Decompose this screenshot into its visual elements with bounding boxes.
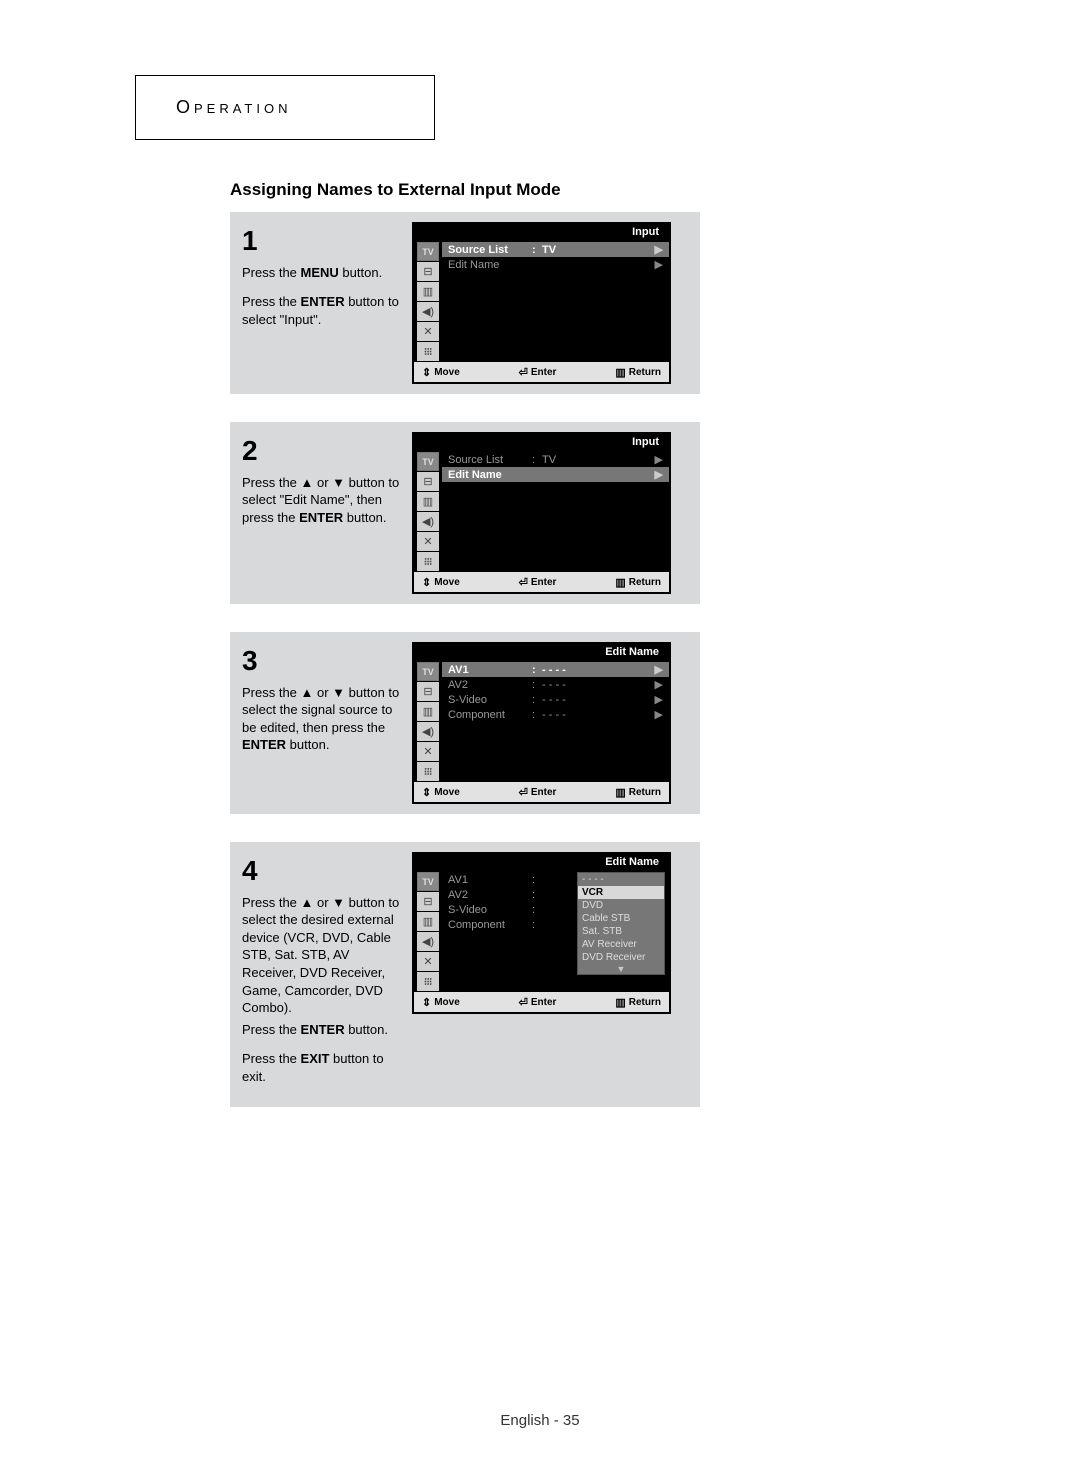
input-icon: ⊟ [417,472,439,491]
tv-icon: TV [417,242,439,261]
osd-row-svideo[interactable]: S-Video:- - - -▶ [442,692,669,707]
sound-icon: ◀) [417,512,439,531]
osd-legend: ⇕Move ⏎Enter ▥Return [414,782,669,802]
enter-icon: ⏎ [519,786,528,799]
sound-icon: ◀) [417,932,439,951]
osd-icon-column: TV ⊟ ▥ ◀) ✕ ᎒᎒᎒ [414,242,442,362]
osd-list: Source List : TV ▶ Edit Name ▶ [442,242,669,362]
updown-icon: ⇕ [422,786,431,799]
tv-icon: TV [417,872,439,891]
input-icon: ⊟ [417,682,439,701]
osd-icon-column: TV ⊟ ▥ ◀) ✕ ᎒᎒᎒ [414,452,442,572]
dropdown-item-selected[interactable]: VCR [578,886,664,899]
dropdown-item[interactable]: AV Receiver [578,938,664,951]
osd-menu-3: Edit Name TV ⊟ ▥ ◀) ✕ ᎒᎒᎒ AV1:- - - -▶ [412,642,671,804]
updown-icon: ⇕ [422,366,431,379]
step-2-text: 2 Press the ▲ or ▼ button to select "Edi… [242,432,402,538]
page-heading: Assigning Names to External Input Mode [230,180,700,200]
osd-row-edit-name[interactable]: Edit Name ▶ [442,257,669,272]
step-4: 4 Press the ▲ or ▼ button to select the … [230,842,700,1107]
chevron-down-icon[interactable]: ▼ [578,964,664,974]
chevron-right-icon: ▶ [649,693,663,706]
dropdown-item[interactable]: DVD [578,899,664,912]
return-icon: ▥ [615,366,625,379]
osd-legend: ⇕Move ⏎Enter ▥Return [414,572,669,592]
page-footer: English - 35 [0,1412,1080,1429]
updown-icon: ⇕ [422,996,431,1009]
return-icon: ▥ [615,996,625,1009]
step-2: 2 Press the ▲ or ▼ button to select "Edi… [230,422,700,604]
section-header-box: Operation [135,75,435,140]
osd-list: Source List : TV ▶ Edit Name ▶ [442,452,669,572]
channel-icon: ✕ [417,742,439,761]
return-icon: ▥ [615,786,625,799]
osd-menu-4: Edit Name TV ⊟ ▥ ◀) ✕ ᎒᎒᎒ AV1: [412,852,671,1014]
tv-icon: TV [417,662,439,681]
osd-title: Input [632,226,659,238]
step-3: 3 Press the ▲ or ▼ button to select the … [230,632,700,814]
osd-title: Edit Name [605,646,659,658]
chevron-right-icon: ▶ [649,468,663,481]
enter-icon: ⏎ [519,996,528,1009]
osd-menu-1: Input TV ⊟ ▥ ◀) ✕ ᎒᎒᎒ Source List : [412,222,671,384]
osd-legend: ⇕Move ⏎Enter ▥Return [414,362,669,382]
step-1-text: 1 Press the MENU button. Press the ENTER… [242,222,402,340]
picture-icon: ▥ [417,282,439,301]
step-1: 1 Press the MENU button. Press the ENTER… [230,212,700,394]
picture-icon: ▥ [417,912,439,931]
dropdown-item[interactable]: Cable STB [578,912,664,925]
chevron-right-icon: ▶ [649,663,663,676]
osd-icon-column: TV ⊟ ▥ ◀) ✕ ᎒᎒᎒ [414,662,442,782]
osd-row-av1[interactable]: AV1:- - - -▶ [442,662,669,677]
step-number: 1 [242,222,402,260]
step-number: 2 [242,432,402,470]
chevron-right-icon: ▶ [649,243,663,256]
chevron-right-icon: ▶ [649,678,663,691]
channel-icon: ✕ [417,532,439,551]
osd-row-source-list[interactable]: Source List : TV ▶ [442,452,669,467]
osd-title: Input [632,436,659,448]
dropdown-item[interactable]: DVD Receiver [578,951,664,964]
enter-icon: ⏎ [519,366,528,379]
device-dropdown[interactable]: - - - - VCR DVD Cable STB Sat. STB AV Re… [577,872,665,975]
osd-icon-column: TV ⊟ ▥ ◀) ✕ ᎒᎒᎒ [414,872,442,992]
step-number: 4 [242,852,402,890]
sound-icon: ◀) [417,302,439,321]
osd-row-av2[interactable]: AV2:- - - -▶ [442,677,669,692]
setup-icon: ᎒᎒᎒ [417,762,439,781]
step-4-text: 4 Press the ▲ or ▼ button to select the … [242,852,402,1097]
dropdown-item[interactable]: - - - - [578,873,664,886]
channel-icon: ✕ [417,322,439,341]
dropdown-item[interactable]: Sat. STB [578,925,664,938]
chevron-right-icon: ▶ [649,258,663,271]
osd-row-edit-name[interactable]: Edit Name ▶ [442,467,669,482]
section-header: Operation [176,97,292,118]
input-icon: ⊟ [417,262,439,281]
chevron-right-icon: ▶ [649,453,663,466]
picture-icon: ▥ [417,702,439,721]
osd-row-component[interactable]: Component:- - - -▶ [442,707,669,722]
input-icon: ⊟ [417,892,439,911]
tv-icon: TV [417,452,439,471]
picture-icon: ▥ [417,492,439,511]
sound-icon: ◀) [417,722,439,741]
updown-icon: ⇕ [422,576,431,589]
osd-menu-2: Input TV ⊟ ▥ ◀) ✕ ᎒᎒᎒ Source List : [412,432,671,594]
osd-legend: ⇕Move ⏎Enter ▥Return [414,992,669,1012]
setup-icon: ᎒᎒᎒ [417,552,439,571]
chevron-right-icon: ▶ [649,708,663,721]
osd-row-source-list[interactable]: Source List : TV ▶ [442,242,669,257]
channel-icon: ✕ [417,952,439,971]
osd-title: Edit Name [605,856,659,868]
enter-icon: ⏎ [519,576,528,589]
setup-icon: ᎒᎒᎒ [417,972,439,991]
step-number: 3 [242,642,402,680]
step-3-text: 3 Press the ▲ or ▼ button to select the … [242,642,402,766]
return-icon: ▥ [615,576,625,589]
setup-icon: ᎒᎒᎒ [417,342,439,361]
osd-list: AV1:- - - -▶ AV2:- - - -▶ S-Video:- - - … [442,662,669,782]
